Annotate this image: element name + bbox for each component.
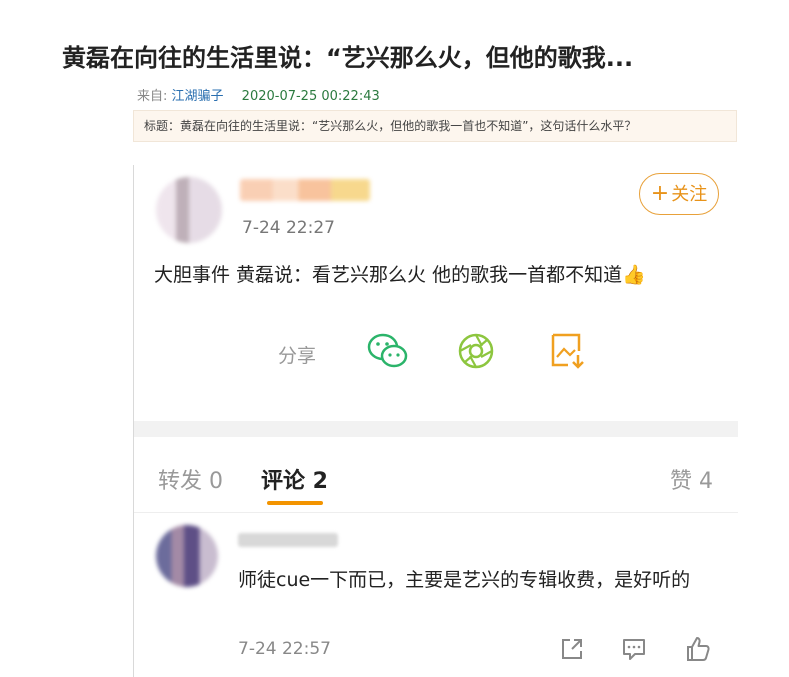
meta-prefix: 来自: (137, 89, 172, 104)
follow-label: 关注 (671, 184, 708, 205)
weibo-text: 大胆事件 黄磊说：看艺兴那么火 他的歌我一首都不知道👍 (154, 264, 646, 286)
active-tab-indicator (267, 501, 323, 505)
weibo-card: 7-24 22:27 + 关注 大胆事件 黄磊说：看艺兴那么火 他的歌我一首都不知… (133, 165, 738, 677)
share-out-icon[interactable] (558, 635, 586, 663)
tab-repost[interactable]: 转发 0 (158, 463, 223, 495)
tab-likes[interactable]: 赞 4 (670, 463, 713, 495)
tab-comments[interactable]: 评论 2 (261, 463, 328, 495)
comment-time: 7-24 22:57 (238, 639, 331, 659)
subject-box: 标题：黄磊在向往的生活里说：“艺兴那么火，但他的歌我一首也不知道”，这句话什么水… (133, 110, 737, 142)
post-title: 黄磊在向往的生活里说：“艺兴那么火，但他的歌我... (62, 44, 634, 72)
avatar[interactable] (156, 177, 222, 243)
like-icon[interactable] (684, 635, 712, 663)
plus-icon: + (650, 181, 670, 206)
follow-button[interactable]: + 关注 (639, 173, 719, 215)
section-divider (134, 421, 738, 437)
moments-icon[interactable] (456, 331, 500, 371)
post-meta: 来自: 江湖骗子 2020-07-25 00:22:43 (137, 85, 380, 104)
author-link[interactable]: 江湖骗子 (172, 89, 224, 104)
wechat-icon[interactable] (366, 331, 410, 371)
comment-text: 师徒cue一下而已，主要是艺兴的专辑收费，是好听的 (238, 569, 691, 591)
share-label: 分享 (278, 345, 317, 367)
comment-avatar[interactable] (156, 525, 218, 587)
tabs-divider (134, 512, 738, 513)
weibo-time: 7-24 22:27 (242, 218, 335, 238)
reply-icon[interactable] (620, 635, 648, 663)
username-blurred[interactable] (240, 179, 370, 201)
save-image-icon[interactable] (548, 331, 592, 371)
comment-username-blurred[interactable] (238, 533, 338, 547)
post-datetime: 2020-07-25 00:22:43 (241, 89, 380, 104)
